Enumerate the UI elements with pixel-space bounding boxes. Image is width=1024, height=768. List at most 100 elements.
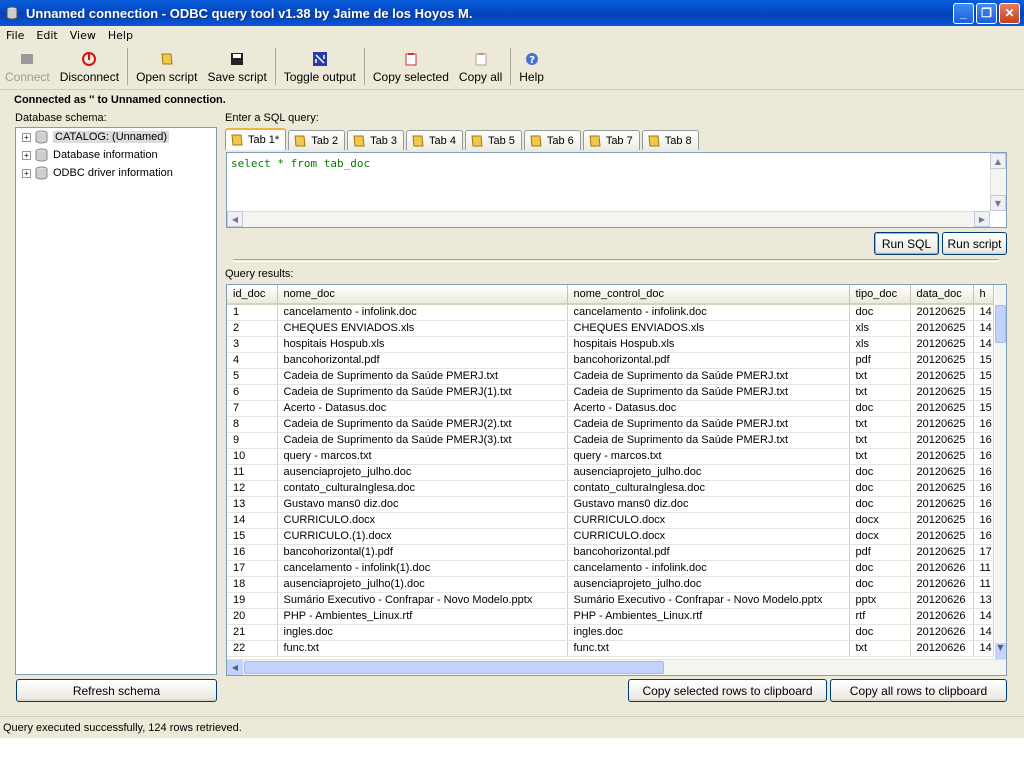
table-cell[interactable]: bancohorizontal.pdf — [277, 352, 568, 369]
table-cell[interactable]: 14 — [973, 608, 994, 625]
table-cell[interactable]: 15 — [227, 528, 278, 545]
table-cell[interactable]: bancohorizontal(1).pdf — [277, 544, 568, 561]
menu-help[interactable]: Help — [102, 29, 139, 42]
table-cell[interactable]: ausenciaprojeto_julho(1).doc — [277, 576, 568, 593]
table-cell[interactable]: hospitais Hospub.xls — [567, 336, 850, 353]
table-cell[interactable]: CURRICULO.docx — [567, 528, 850, 545]
sql-text[interactable]: select * from tab_doc — [231, 157, 370, 170]
table-cell[interactable]: Sumário Executivo - Confrapar - Novo Mod… — [277, 592, 568, 609]
table-cell[interactable]: 17 — [973, 544, 994, 561]
table-cell[interactable]: 15 — [973, 352, 994, 369]
save-script-button[interactable]: Save script — [202, 44, 271, 89]
table-row[interactable]: 15 CURRICULO.(1).docx CURRICULO.docx docx 20… — [227, 528, 994, 545]
tab-4[interactable]: Tab 4 — [406, 130, 463, 150]
table-cell[interactable]: ausenciaprojeto_julho.doc — [277, 464, 568, 481]
table-row[interactable]: 8 Cadeia de Suprimento da Saúde PMERJ(2).… — [227, 416, 994, 433]
table-cell[interactable]: 6 — [227, 384, 278, 401]
table-cell[interactable]: 14 — [973, 336, 994, 353]
tab-8[interactable]: Tab 8 — [641, 130, 699, 150]
table-cell[interactable]: 20120625 — [910, 496, 974, 513]
table-cell[interactable]: ingles.doc — [567, 624, 850, 641]
table-cell[interactable]: 20120625 — [910, 384, 974, 401]
table-cell[interactable]: contato_culturaInglesa.doc — [277, 480, 568, 497]
table-cell[interactable]: 13 — [973, 592, 994, 609]
table-cell[interactable]: 20120625 — [910, 480, 974, 497]
editor-horizontal-scrollbar[interactable]: ◀ ▶ — [227, 211, 990, 227]
table-row[interactable]: 20 PHP - Ambientes_Linux.rtf PHP - Ambient… — [227, 608, 994, 625]
table-cell[interactable]: query - marcos.txt — [567, 448, 850, 465]
chevron-left-icon[interactable]: ◀ — [227, 211, 243, 227]
column-header[interactable]: nome_doc — [277, 285, 568, 305]
table-cell[interactable]: 13 — [227, 496, 278, 513]
menu-edit[interactable]: Edit — [30, 29, 63, 42]
table-cell[interactable]: 14 — [973, 640, 994, 657]
table-cell[interactable]: 15 — [973, 400, 994, 417]
table-cell[interactable]: txt — [849, 368, 911, 385]
connect-button[interactable]: Connect — [0, 44, 55, 89]
refresh-schema-button[interactable]: Refresh schema — [16, 679, 217, 702]
table-cell[interactable]: cancelamento - infolink(1).doc — [277, 560, 568, 577]
table-cell[interactable]: 10 — [227, 448, 278, 465]
close-button[interactable]: ✕ — [999, 2, 1020, 24]
table-row[interactable]: 1 cancelamento - infolink.doc cancelamento… — [227, 304, 994, 321]
table-cell[interactable]: doc — [849, 464, 911, 481]
table-cell[interactable]: 16 — [973, 448, 994, 465]
table-row[interactable]: 22 func.txt func.txt txt 20120626 14 — [227, 640, 994, 657]
table-cell[interactable]: 20120626 — [910, 608, 974, 625]
table-cell[interactable]: doc — [849, 480, 911, 497]
column-header[interactable]: h — [973, 285, 994, 305]
chevron-left-icon[interactable]: ◀ — [227, 660, 243, 675]
column-header[interactable]: id_doc — [227, 285, 278, 305]
table-cell[interactable]: 20120625 — [910, 512, 974, 529]
table-row[interactable]: 17 cancelamento - infolink(1).doc cancelam… — [227, 560, 994, 577]
table-cell[interactable]: 16 — [973, 512, 994, 529]
tab-2[interactable]: Tab 2 — [288, 130, 346, 150]
expand-icon[interactable]: + — [22, 150, 31, 160]
toggle-output-button[interactable]: Toggle output — [279, 44, 361, 89]
table-cell[interactable]: 1 — [227, 304, 278, 321]
table-row[interactable]: 14 CURRICULO.docx CURRICULO.docx docx 201206… — [227, 512, 994, 529]
table-cell[interactable]: xls — [849, 336, 911, 353]
table-cell[interactable]: txt — [849, 384, 911, 401]
tab-3[interactable]: Tab 3 — [347, 130, 405, 150]
copy-all-rows-button[interactable]: Copy all rows to clipboard — [830, 679, 1007, 702]
tab-5[interactable]: Tab 5 — [464, 130, 522, 150]
table-cell[interactable]: ausenciaprojeto_julho.doc — [567, 464, 850, 481]
table-cell[interactable]: 11 — [973, 576, 994, 593]
table-cell[interactable]: 8 — [227, 416, 278, 433]
table-cell[interactable]: docx — [849, 512, 911, 529]
table-cell[interactable]: 17 — [227, 560, 278, 577]
table-cell[interactable]: 20120625 — [910, 368, 974, 385]
table-cell[interactable]: CURRICULO.(1).docx — [277, 528, 568, 545]
table-cell[interactable]: 16 — [227, 544, 278, 561]
table-row[interactable]: 6 Cadeia de Suprimento da Saúde PMERJ(1).… — [227, 384, 994, 401]
table-cell[interactable]: Cadeia de Suprimento da Saúde PMERJ.txt — [567, 368, 850, 385]
table-cell[interactable]: query - marcos.txt — [277, 448, 568, 465]
table-row[interactable]: 18 ausenciaprojeto_julho(1).doc ausenciapr… — [227, 576, 994, 593]
table-cell[interactable]: Acerto - Datasus.doc — [277, 400, 568, 417]
table-cell[interactable]: Gustavo mans0 diz.doc — [277, 496, 568, 513]
table-cell[interactable]: 5 — [227, 368, 278, 385]
table-cell[interactable]: cancelamento - infolink.doc — [567, 560, 850, 577]
scroll-thumb[interactable] — [995, 305, 1006, 343]
chevron-down-icon[interactable]: ▼ — [995, 643, 1006, 659]
results-grid[interactable]: id_doc nome_doc nome_control_doc tipo_doc da… — [226, 284, 1007, 676]
expand-icon[interactable]: + — [22, 132, 31, 142]
table-row[interactable]: 10 query - marcos.txt query - marcos.txt tx… — [227, 448, 994, 465]
copy-selected-button[interactable]: Copy selected — [368, 44, 454, 89]
copy-selected-rows-button[interactable]: Copy selected rows to clipboard — [628, 679, 827, 702]
table-cell[interactable]: 20120626 — [910, 592, 974, 609]
table-row[interactable]: 16 bancohorizontal(1).pdf bancohorizontal.… — [227, 544, 994, 561]
table-cell[interactable]: 20120625 — [910, 544, 974, 561]
table-cell[interactable]: 15 — [973, 368, 994, 385]
table-cell[interactable]: 15 — [973, 384, 994, 401]
column-header[interactable]: nome_control_doc — [567, 285, 850, 305]
table-row[interactable]: 7 Acerto - Datasus.doc Acerto - Datasus.do… — [227, 400, 994, 417]
table-cell[interactable]: Sumário Executivo - Confrapar - Novo Mod… — [567, 592, 850, 609]
table-cell[interactable]: Cadeia de Suprimento da Saúde PMERJ.txt — [567, 416, 850, 433]
table-cell[interactable]: 9 — [227, 432, 278, 449]
table-cell[interactable]: CHEQUES ENVIADOS.xls — [567, 320, 850, 337]
table-row[interactable]: 13 Gustavo mans0 diz.doc Gustavo mans0 diz… — [227, 496, 994, 513]
table-cell[interactable]: 20120626 — [910, 640, 974, 657]
table-cell[interactable]: Cadeia de Suprimento da Saúde PMERJ(3).t… — [277, 432, 568, 449]
